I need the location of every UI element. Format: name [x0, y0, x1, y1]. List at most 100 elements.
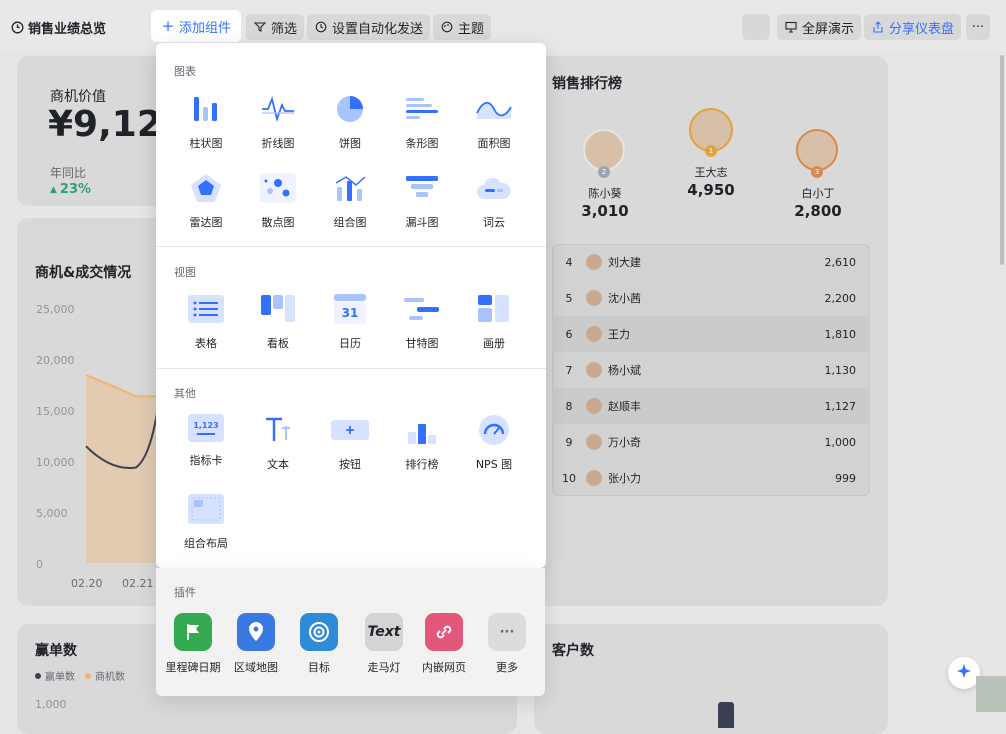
plugin-label: 区域地图	[234, 661, 278, 674]
gantt-icon	[402, 293, 442, 325]
metric-icon-bar	[197, 433, 215, 435]
rank-value: 2,200	[824, 291, 857, 305]
widget-scatter-chart[interactable]: 散点图	[242, 172, 314, 240]
widget-radar-chart[interactable]: 雷达图	[170, 172, 242, 240]
legend-label: 赢单数	[45, 672, 75, 683]
legend-dot	[35, 672, 41, 679]
legend-label: 商机数	[95, 672, 125, 683]
plugin-label: 更多	[496, 661, 518, 674]
widget-label: 面积图	[477, 137, 511, 150]
rank-name: 杨小斌	[608, 364, 641, 377]
podium-name: 陈小葵	[588, 187, 622, 200]
leaderboard-title: 销售排行榜	[552, 76, 622, 92]
widget-label: 甘特图	[405, 337, 439, 350]
rank-value: 1,130	[824, 363, 857, 377]
rank-value: 1,127	[824, 399, 857, 413]
widget-combo-chart[interactable]: 组合图	[314, 172, 386, 240]
widget-funnel-chart[interactable]: 漏斗图	[386, 172, 458, 240]
widget-pie-chart[interactable]: 饼图	[314, 93, 386, 161]
widget-word-cloud[interactable]: 词云	[458, 172, 530, 240]
metric-card-icon: 1,123	[188, 414, 224, 442]
marquee-icon: Text	[365, 613, 403, 651]
medal-badge: 1	[705, 145, 717, 157]
rank-number: 4	[565, 255, 573, 269]
widget-label: NPS 图	[475, 458, 513, 471]
widget-metric-card[interactable]: 1,123 指标卡	[170, 414, 242, 482]
medal-badge: 2	[598, 166, 610, 178]
rank-row[interactable]: 6 王力 1,810	[552, 316, 870, 352]
widget-label: 文本	[267, 458, 289, 471]
widget-area-chart[interactable]: 面积图	[458, 93, 530, 161]
plugin-target[interactable]: 目标	[284, 613, 354, 675]
rank-row[interactable]: 5 沈小茜 2,200	[552, 280, 870, 316]
widget-nps-chart[interactable]: NPS 图	[458, 414, 530, 482]
radar-chart-icon	[186, 172, 226, 204]
widget-text[interactable]: 文本	[242, 414, 314, 482]
rank-number: 8	[565, 399, 573, 413]
rank-number: 10	[562, 471, 576, 485]
section-title-charts: 图表	[174, 65, 196, 78]
plugin-more[interactable]: ··· 更多	[472, 613, 542, 675]
widget-label: 组合图	[333, 216, 367, 229]
plugin-milestone-date[interactable]: 里程碑日期	[158, 613, 228, 675]
line-chart-icon	[258, 93, 298, 125]
funnel-chart-icon	[402, 172, 442, 204]
widget-label: 排行榜	[405, 458, 439, 471]
widget-bar-chart[interactable]: 柱状图	[170, 93, 242, 161]
widget-button[interactable]: 按钮	[314, 414, 386, 482]
plugin-region-map[interactable]: 区域地图	[221, 613, 291, 675]
link-icon	[425, 613, 463, 651]
scatter-chart-icon	[258, 172, 298, 204]
avatar	[586, 470, 602, 486]
widget-label: 按钮	[339, 458, 361, 471]
rank-row[interactable]: 7 杨小斌 1,130	[552, 352, 870, 388]
leaderboard-icon	[402, 414, 442, 446]
widget-label: 组合布局	[184, 537, 228, 550]
widget-label: 散点图	[261, 216, 295, 229]
kanban-icon	[258, 293, 298, 325]
rank-name: 王力	[608, 328, 630, 341]
rank-row[interactable]: 10 张小力 999	[552, 460, 870, 496]
won-legend: 赢单数 商机数	[35, 668, 125, 683]
plugin-embed-webpage[interactable]: 内嵌网页	[409, 613, 479, 675]
widget-gantt-view[interactable]: 甘特图	[386, 293, 458, 361]
thumbnail	[976, 676, 1006, 712]
widget-kanban-view[interactable]: 看板	[242, 293, 314, 361]
flag-icon	[174, 613, 212, 651]
rank-name: 万小奇	[608, 436, 641, 449]
avatar	[586, 326, 602, 342]
widget-calendar-view[interactable]: 31 日历	[314, 293, 386, 361]
avatar	[586, 290, 602, 306]
rank-value: 1,000	[824, 435, 857, 449]
widget-table-view[interactable]: 表格	[170, 293, 242, 361]
divider	[156, 368, 546, 369]
widget-label: 漏斗图	[405, 216, 439, 229]
rank-name: 张小力	[608, 472, 641, 485]
calendar-day: 31	[341, 306, 359, 320]
pie-chart-icon	[330, 93, 370, 125]
gallery-icon	[474, 293, 514, 325]
widget-leaderboard[interactable]: 排行榜	[386, 414, 458, 482]
medal-badge: 3	[811, 166, 823, 178]
podium-name: 白小丁	[801, 187, 835, 200]
divider	[156, 246, 546, 247]
rank-name: 沈小茜	[608, 292, 641, 305]
rank-row[interactable]: 4 刘大建 2,610	[552, 244, 870, 280]
calendar-icon: 31	[330, 293, 370, 325]
avatar	[586, 434, 602, 450]
widget-label: 日历	[339, 337, 361, 350]
map-pin-icon	[237, 613, 275, 651]
widget-label: 看板	[267, 337, 289, 350]
rank-row[interactable]: 8 赵顺丰 1,127	[552, 388, 870, 424]
table-icon	[186, 293, 226, 325]
rank-value: 1,810	[824, 327, 857, 341]
widget-combined-layout[interactable]: 组合布局	[170, 493, 242, 561]
rank-number: 7	[565, 363, 573, 377]
bar-chart-icon	[186, 93, 226, 125]
widget-label: 指标卡	[189, 454, 223, 467]
widget-gallery-view[interactable]: 画册	[458, 293, 530, 361]
widget-line-chart[interactable]: 折线图	[242, 93, 314, 161]
rank-row[interactable]: 9 万小奇 1,000	[552, 424, 870, 460]
widget-horizontal-bar-chart[interactable]: 条形图	[386, 93, 458, 161]
customers-card-title: 客户数	[552, 643, 594, 659]
